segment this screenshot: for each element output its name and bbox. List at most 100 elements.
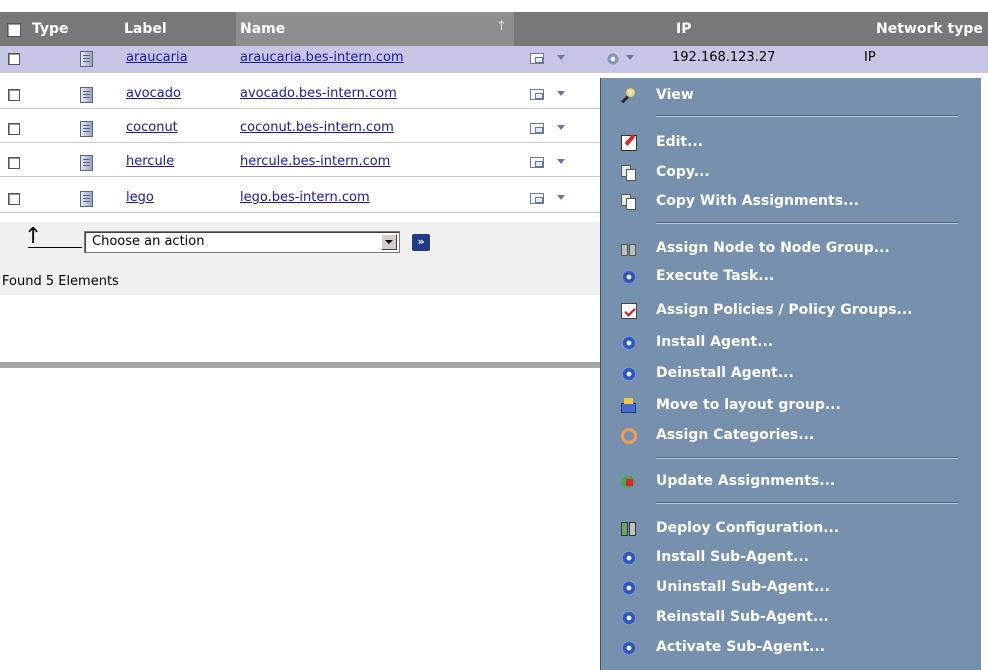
menu-item-label: Execute Task... (656, 268, 775, 284)
node-label-link[interactable]: hercule (126, 154, 174, 169)
menu-item-execute-task[interactable]: Execute Task... (601, 265, 981, 289)
node-name-link[interactable]: hercule.bes-intern.com (240, 154, 390, 169)
network-type: IP (864, 50, 876, 65)
menu-item-label: Assign Policies / Policy Groups... (656, 302, 913, 318)
column-header-label[interactable]: Label (124, 12, 167, 46)
node-name-link[interactable]: coconut.bes-intern.com (240, 120, 394, 135)
node-name-link[interactable]: araucaria.bes-intern.com (240, 50, 404, 65)
window-dropdown-arrow-icon[interactable] (557, 159, 565, 164)
menu-item-deinstall-agent[interactable]: Deinstall Agent... (601, 362, 981, 386)
panel-divider[interactable] (0, 362, 600, 368)
server-icon (76, 51, 96, 67)
menu-separator (656, 115, 958, 117)
window-dropdown-arrow-icon[interactable] (557, 125, 565, 130)
menu-item-label: Install Agent... (656, 334, 774, 350)
context-menu: View Edit... Copy... Copy With Assignmen… (600, 78, 981, 670)
table-row[interactable]: hercule hercule.bes-intern.com (0, 150, 600, 177)
menu-item-update-assignments[interactable]: Update Assignments... (601, 470, 981, 494)
edit-icon (621, 135, 637, 151)
table-header: Type Label Name ↑ IP Network type (0, 12, 988, 46)
menu-item-label: Assign Node to Node Group... (656, 240, 890, 256)
gear-dropdown-arrow-icon[interactable] (626, 55, 634, 60)
menu-item-label: Copy... (656, 164, 710, 180)
select-all-checkbox[interactable] (7, 23, 21, 37)
window-dropdown-arrow-icon[interactable] (557, 195, 565, 200)
column-header-ip[interactable]: IP (676, 12, 691, 46)
action-bar: ↑ Choose an action » (0, 222, 600, 263)
gear-icon (621, 580, 637, 596)
column-header-network-type[interactable]: Network type (876, 12, 983, 46)
go-button[interactable]: » (412, 234, 430, 251)
gear-icon (621, 335, 637, 351)
row-checkbox[interactable] (8, 193, 20, 205)
gear-icon (621, 610, 637, 626)
menu-item-view[interactable]: View (601, 84, 981, 108)
window-dropdown-arrow-icon[interactable] (557, 91, 565, 96)
row-checkbox[interactable] (8, 53, 20, 65)
menu-item-label: Install Sub-Agent... (656, 549, 809, 565)
menu-item-uninstall-sub-agent[interactable]: Uninstall Sub-Agent... (601, 576, 981, 600)
menu-item-install-agent[interactable]: Install Agent... (601, 331, 981, 355)
magnifier-icon (621, 88, 637, 104)
column-header-type[interactable]: Type (32, 12, 69, 46)
menu-item-install-sub-agent[interactable]: Install Sub-Agent... (601, 546, 981, 570)
update-icon (621, 474, 637, 490)
row-checkbox[interactable] (8, 89, 20, 101)
window-icon[interactable] (530, 53, 544, 64)
menu-item-copy[interactable]: Copy... (601, 161, 981, 185)
table-row[interactable]: coconut coconut.bes-intern.com (0, 116, 600, 143)
chevron-down-icon[interactable] (381, 234, 397, 250)
deploy-icon (621, 521, 637, 537)
window-icon[interactable] (530, 89, 544, 100)
menu-item-move-layout-group[interactable]: Move to layout group... (601, 394, 981, 418)
server-icon (76, 155, 96, 171)
node-name-link[interactable]: lego.bes-intern.com (240, 190, 370, 205)
server-icon (76, 191, 96, 207)
menu-separator (656, 502, 958, 504)
gear-icon[interactable] (606, 52, 620, 66)
node-label-link[interactable]: lego (126, 190, 154, 205)
gear-icon (621, 550, 637, 566)
window-icon[interactable] (530, 193, 544, 204)
menu-item-label: View (656, 87, 694, 103)
menu-item-assign-policies[interactable]: Assign Policies / Policy Groups... (601, 299, 981, 323)
table-row[interactable]: lego lego.bes-intern.com (0, 186, 600, 213)
node-name-link[interactable]: avocado.bes-intern.com (240, 86, 397, 101)
node-label-link[interactable]: araucaria (126, 50, 188, 65)
row-checkbox[interactable] (8, 157, 20, 169)
menu-item-reinstall-sub-agent[interactable]: Reinstall Sub-Agent... (601, 606, 981, 630)
copy-icon (621, 194, 637, 210)
sort-ascending-icon[interactable]: ↑ (496, 20, 507, 34)
table-row[interactable]: araucaria araucaria.bes-intern.com 192.1… (0, 46, 988, 73)
menu-item-assign-categories[interactable]: Assign Categories... (601, 424, 981, 448)
menu-item-label: Edit... (656, 134, 704, 150)
table-row[interactable]: avocado avocado.bes-intern.com (0, 82, 600, 109)
menu-item-deploy-configuration[interactable]: Deploy Configuration... (601, 517, 981, 541)
action-select-value: Choose an action (92, 234, 205, 249)
window-icon[interactable] (530, 123, 544, 134)
menu-item-assign-node-group[interactable]: Assign Node to Node Group... (601, 237, 981, 261)
menu-item-label: Update Assignments... (656, 473, 836, 489)
menu-item-copy-with-assignments[interactable]: Copy With Assignments... (601, 190, 981, 214)
node-label-link[interactable]: avocado (126, 86, 181, 101)
menu-item-activate-sub-agent[interactable]: Activate Sub-Agent... (601, 636, 981, 660)
category-icon (621, 428, 637, 444)
column-header-name[interactable]: Name (240, 12, 285, 46)
window-dropdown-arrow-icon[interactable] (557, 55, 565, 60)
gear-icon (621, 269, 637, 285)
selection-connector-line (28, 247, 82, 248)
policy-icon (621, 303, 637, 319)
layout-group-icon (621, 398, 637, 414)
menu-separator (656, 222, 958, 224)
window-icon[interactable] (530, 157, 544, 168)
action-select[interactable]: Choose an action (84, 231, 400, 253)
row-checkbox[interactable] (8, 123, 20, 135)
server-icon (76, 87, 96, 103)
server-icon (76, 121, 96, 137)
gear-icon (621, 366, 637, 382)
menu-separator (656, 457, 958, 459)
menu-item-edit[interactable]: Edit... (601, 131, 981, 155)
node-label-link[interactable]: coconut (126, 120, 178, 135)
up-arrow-icon: ↑ (24, 224, 43, 249)
menu-item-label: Assign Categories... (656, 427, 815, 443)
